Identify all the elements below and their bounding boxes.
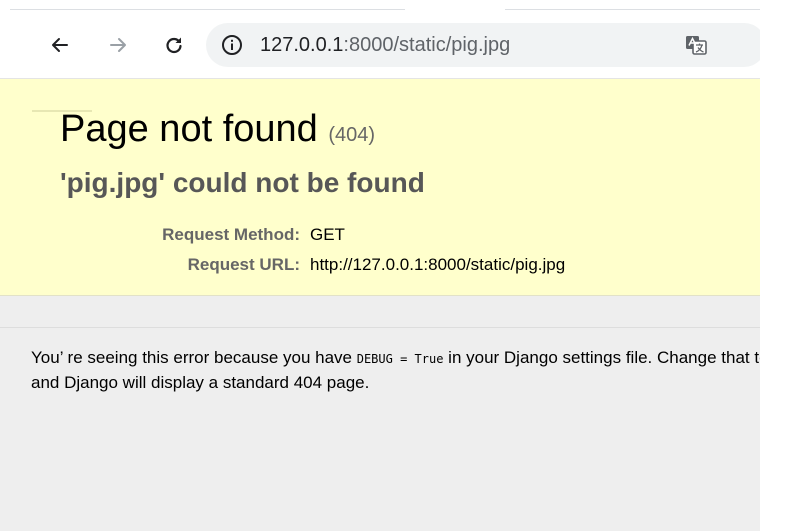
debug-setting-code: DEBUG = True <box>356 352 444 366</box>
debug-info-section: You’ re seeing this error because you ha… <box>0 296 760 531</box>
page-title-text: Page not found <box>60 108 318 150</box>
error-summary: Page not found (404) 'pig.jpg' could not… <box>0 79 760 296</box>
url-host: 127.0.0.1 <box>260 34 344 56</box>
request-method-value: GET <box>310 225 345 244</box>
error-message: 'pig.jpg' could not be found <box>60 167 425 198</box>
back-button[interactable] <box>45 30 75 60</box>
url-text[interactable]: 127.0.0.1:8000/static/pig.jpg <box>260 23 510 67</box>
request-url-label: Request URL: <box>187 255 300 274</box>
back-arrow-icon <box>52 38 68 52</box>
request-meta-table: Request Method: GET Request URL: http://… <box>60 220 565 280</box>
browser-viewport: 127.0.0.1:8000/static/pig.jpg Page not f… <box>0 0 760 531</box>
address-bar[interactable]: 127.0.0.1:8000/static/pig.jpg <box>206 23 760 67</box>
request-method-row: Request Method: GET <box>60 220 565 250</box>
tab-divider <box>10 9 405 10</box>
request-url-value: http://127.0.0.1:8000/static/pig.jpg <box>310 255 566 274</box>
tab-divider <box>505 9 760 10</box>
request-url-row: Request URL: http://127.0.0.1:8000/stati… <box>60 250 566 280</box>
page-title: Page not found (404) <box>60 107 375 157</box>
debug-explanation: You’ re seeing this error because you ha… <box>31 346 760 394</box>
status-code: (404) <box>328 124 376 146</box>
explanation-prefix: You’ re seeing this error because you ha… <box>31 348 357 367</box>
info-icon[interactable] <box>220 33 244 57</box>
url-path: :8000/static/pig.jpg <box>343 34 511 56</box>
translate-icon[interactable] <box>684 33 708 57</box>
request-method-label: Request Method: <box>162 225 300 244</box>
tab-strip <box>0 0 760 14</box>
info-divider <box>0 327 760 328</box>
reload-icon <box>166 37 182 54</box>
forward-arrow-icon <box>110 38 126 52</box>
forward-button[interactable] <box>103 30 133 60</box>
reload-button[interactable] <box>159 30 189 60</box>
browser-toolbar: 127.0.0.1:8000/static/pig.jpg <box>0 14 760 79</box>
